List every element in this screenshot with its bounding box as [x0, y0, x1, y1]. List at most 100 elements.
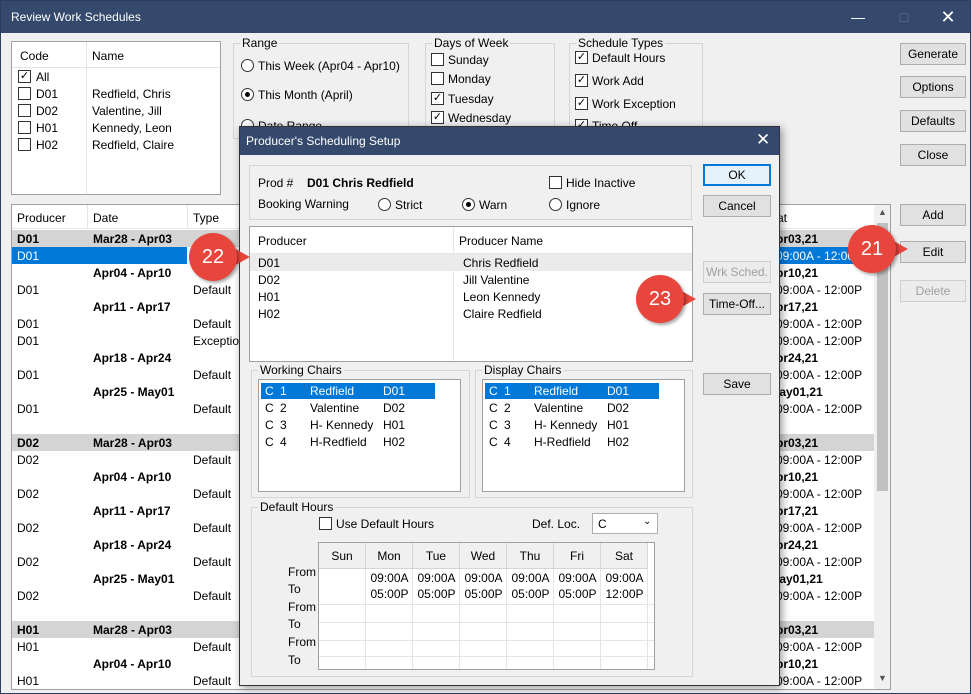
grid-cell-r: 09:00A - 12:00P — [776, 402, 863, 416]
chair-code: H02 — [383, 435, 406, 449]
time-cell[interactable]: 09:00A — [507, 571, 554, 585]
work-exception-checkbox[interactable]: ✓ — [575, 97, 588, 110]
grid-cell-p: D02 — [17, 589, 40, 603]
chair-item[interactable]: C 2 Valentine D02 — [261, 400, 435, 416]
maximize-icon: □ — [899, 9, 909, 25]
chair-item[interactable]: C 3 H- Kennedy H01 — [261, 417, 435, 433]
save-button[interactable]: Save — [703, 373, 771, 395]
time-cell[interactable]: 09:00A — [413, 571, 460, 585]
chair-c: C — [265, 401, 274, 415]
producer-list[interactable]: Producer Producer Name D01 Chris Redfield… — [249, 226, 693, 362]
sunday-checkbox[interactable] — [431, 53, 444, 66]
chair-item[interactable]: C 1 Redfield D01 — [485, 383, 659, 399]
chair-n: 4 — [280, 435, 287, 449]
this-month-radio[interactable] — [241, 88, 254, 101]
time-cell[interactable]: 05:00P — [554, 587, 601, 601]
chevron-down-icon: ⌄ — [643, 516, 652, 527]
grid-cell-p: D02 — [17, 555, 40, 569]
prod-label: Prod # — [258, 176, 294, 190]
grid-cell-p: D01 — [17, 283, 40, 297]
time-cell[interactable]: 12:00P — [601, 587, 648, 601]
def-loc-select[interactable]: C ⌄ — [592, 513, 658, 534]
tuesday-checkbox[interactable]: ✓ — [431, 92, 444, 105]
scroll-up-icon[interactable]: ▲ — [874, 207, 890, 221]
monday-checkbox[interactable] — [431, 72, 444, 85]
grid-header-right: at — [772, 205, 875, 229]
time-cell[interactable]: 05:00P — [413, 587, 460, 601]
grid-cell-p: D01 — [17, 402, 40, 416]
time-cell[interactable]: 09:00A — [554, 571, 601, 585]
time-cell[interactable]: 05:00P — [366, 587, 413, 601]
chair-item[interactable]: C 3 H- Kennedy H01 — [485, 417, 659, 433]
minimize-icon[interactable]: — — [835, 1, 881, 33]
time-off-button[interactable]: Time-Off... — [703, 293, 771, 315]
chair-n: 4 — [504, 435, 511, 449]
grid-cell-t: Default — [193, 674, 232, 688]
add-button[interactable]: Add — [900, 204, 966, 226]
scroll-down-icon[interactable]: ▼ — [874, 673, 890, 687]
dialog-close-icon[interactable]: ✕ — [756, 130, 770, 150]
grid-cell-r: pr10,21 — [776, 266, 819, 280]
title-bar: Review Work Schedules — □ ✕ — [1, 1, 970, 33]
ignore-radio[interactable] — [549, 198, 562, 211]
chair-c: C — [489, 401, 498, 415]
cancel-button[interactable]: Cancel — [703, 195, 771, 217]
options-button[interactable]: Options — [900, 76, 966, 98]
monday-label: Monday — [448, 72, 491, 86]
this-week-radio[interactable] — [241, 59, 254, 72]
close-button[interactable]: Close — [900, 144, 966, 166]
chair-item[interactable]: C 2 Valentine D02 — [485, 400, 659, 416]
grid-cell-r: 09:00A - 12:00P — [776, 317, 863, 331]
chair-item[interactable]: C 1 Redfield D01 — [261, 383, 435, 399]
edit-button[interactable]: Edit — [900, 241, 966, 263]
hide-inactive-label: Hide Inactive — [566, 176, 636, 190]
day-header: Sat — [601, 543, 648, 569]
default-hours-checkbox[interactable]: ✓ — [575, 51, 588, 64]
chair-item[interactable]: C 4 H-Redfield H02 — [261, 434, 435, 450]
hide-inactive-checkbox[interactable] — [549, 176, 562, 189]
code-list[interactable]: Code Name ✓ All D01 Redfield, Chris D02 Va… — [11, 41, 221, 195]
from-label: From — [288, 600, 316, 614]
default-hours-label: Default Hours — [592, 51, 666, 65]
warn-radio[interactable] — [462, 198, 475, 211]
time-cell[interactable]: 05:00P — [460, 587, 507, 601]
grid-cell-r: 09:00A - 12:00P — [776, 368, 863, 382]
grid-cell-r: pr10,21 — [776, 470, 819, 484]
chair-item[interactable]: C 4 H-Redfield H02 — [485, 434, 659, 450]
defaults-button[interactable]: Defaults — [900, 110, 966, 132]
chair-n: 1 — [504, 384, 511, 398]
grid-cell-p: D02 — [17, 453, 40, 467]
range-group: Range This Week (Apr04 - Apr10) This Mon… — [233, 36, 409, 139]
use-default-hours-checkbox[interactable] — [319, 517, 332, 530]
default-hours-table[interactable]: Sun Mon 09:00A 05:00P Tue 09:00A 05:00P Wed 09:0… — [318, 542, 655, 670]
close-window-icon[interactable]: ✕ — [925, 1, 971, 33]
chair-name: Redfield — [534, 384, 579, 398]
time-cell[interactable]: 09:00A — [366, 571, 413, 585]
chair-c: C — [489, 435, 498, 449]
time-cell[interactable]: 09:00A — [601, 571, 648, 585]
time-cell[interactable]: 05:00P — [507, 587, 554, 601]
code-list-header-name: Name — [92, 49, 125, 63]
strict-radio[interactable] — [378, 198, 391, 211]
grid-cell-p: D02 — [17, 487, 40, 501]
grid-cell-r: lay01,21 — [776, 572, 823, 586]
working-chairs-list[interactable]: C 1 Redfield D01 C 2 Valentine D02 C 3 H- Kennedy H… — [258, 379, 461, 492]
grid-scrollbar[interactable]: ▲ ▼ — [874, 205, 890, 689]
all-checkbox[interactable]: ✓ — [18, 70, 31, 83]
def-loc-value: C — [598, 517, 607, 531]
day-header: Sun — [319, 543, 366, 569]
wednesday-checkbox[interactable]: ✓ — [431, 111, 444, 124]
wrk-sched-button: Wrk Sched. — [703, 261, 771, 283]
grid-cell-p: D01 — [17, 232, 40, 246]
display-chairs-list[interactable]: C 1 Redfield D01 C 2 Valentine D02 C 3 H- Kennedy H… — [482, 379, 685, 492]
chair-code: H01 — [383, 418, 406, 432]
grid-cell-r: 09:00A - 12:00P — [776, 487, 863, 501]
grid-cell-r: pr03,21 — [776, 232, 819, 246]
time-cell[interactable]: 09:00A — [460, 571, 507, 585]
grid-cell-t: Default — [193, 368, 232, 382]
ok-button[interactable]: OK — [703, 164, 771, 186]
grid-cell-d: Mar28 - Apr03 — [93, 623, 172, 637]
work-add-checkbox[interactable]: ✓ — [575, 74, 588, 87]
generate-button[interactable]: Generate — [900, 43, 966, 65]
scheduling-setup-dialog: Producer's Scheduling Setup ✕ Prod # D01… — [239, 126, 780, 686]
